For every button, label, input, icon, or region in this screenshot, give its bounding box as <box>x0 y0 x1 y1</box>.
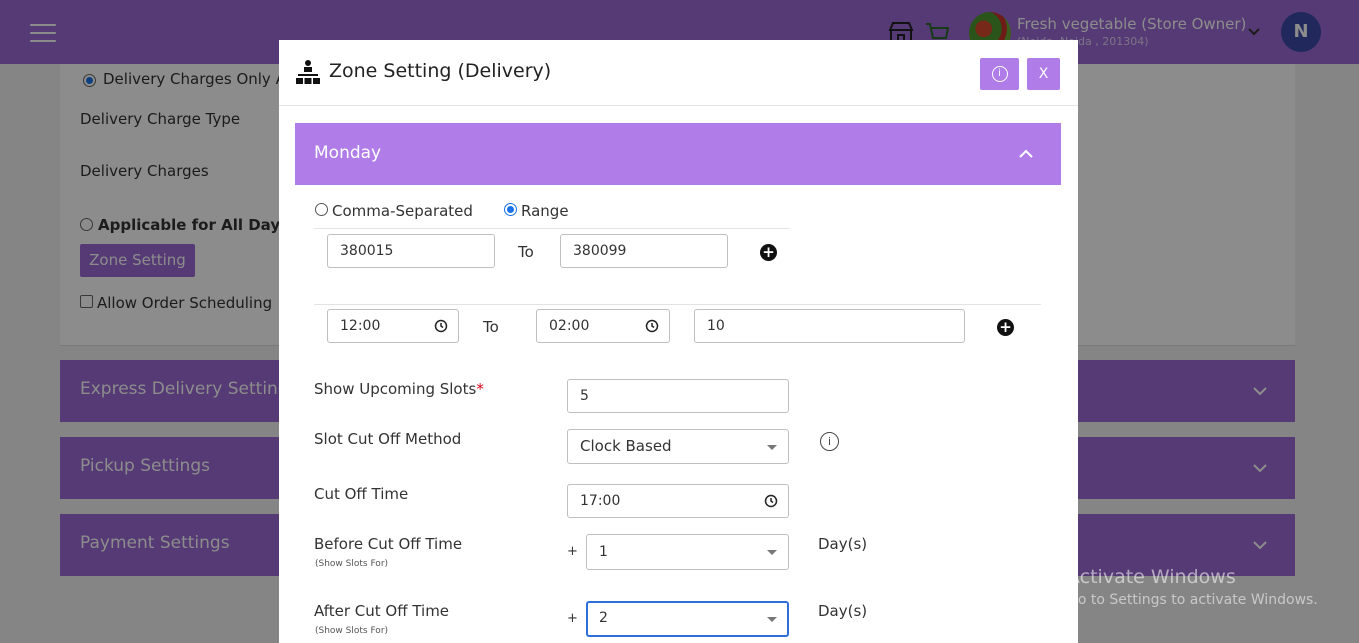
cutoff-time-value: 17:00 <box>580 493 621 509</box>
required-mark: * <box>476 380 484 398</box>
info-button[interactable]: i <box>980 58 1019 90</box>
divider <box>314 228 789 229</box>
divider <box>314 304 1041 305</box>
slot-cutoff-method-label: Slot Cut Off Method <box>314 430 462 448</box>
dropdown-caret-icon <box>767 550 777 555</box>
range-to-label: To <box>518 243 534 261</box>
before-cutoff-select[interactable]: 1 <box>586 534 789 570</box>
close-button[interactable]: X <box>1027 58 1060 90</box>
dropdown-caret-icon <box>767 617 777 622</box>
dropdown-caret-icon <box>767 445 777 450</box>
range-radio[interactable] <box>504 203 517 216</box>
clock-icon[interactable] <box>645 319 659 333</box>
info-icon: i <box>991 66 1008 82</box>
slot-to-time-input[interactable]: 02:00 <box>536 309 670 343</box>
clock-icon[interactable] <box>764 494 778 508</box>
day-panel-header[interactable]: Monday <box>295 123 1061 185</box>
before-days-label: Day(s) <box>818 535 868 553</box>
add-slot-icon[interactable]: + <box>997 319 1014 336</box>
slot-from-time-input[interactable]: 12:00 <box>327 309 459 343</box>
clock-icon[interactable] <box>434 319 448 333</box>
after-plus-sign: + <box>567 611 578 626</box>
slot-to-value: 02:00 <box>549 318 590 334</box>
comma-separated-radio[interactable] <box>315 203 328 216</box>
windows-activation-subtext: Go to Settings to activate Windows. <box>1067 592 1318 608</box>
show-upcoming-slots-label: Show Upcoming Slots* <box>314 380 484 398</box>
cutoff-time-label: Cut Off Time <box>314 485 409 503</box>
slot-from-value: 12:00 <box>340 318 381 334</box>
range-label: Range <box>521 202 569 220</box>
range-to-input[interactable]: 380099 <box>560 234 728 268</box>
sitemap-icon <box>296 60 320 84</box>
before-cutoff-sublabel: (Show Slots For) <box>315 559 389 569</box>
modal-header: Zone Setting (Delivery) i X <box>279 40 1078 106</box>
after-days-label: Day(s) <box>818 602 868 620</box>
chevron-up-icon <box>1019 149 1033 158</box>
after-cutoff-label: After Cut Off Time <box>314 602 450 620</box>
modal-title: Zone Setting (Delivery) <box>329 60 552 82</box>
before-plus-sign: + <box>567 544 578 559</box>
windows-activation-watermark: Activate Windows <box>1067 566 1236 588</box>
cutoff-time-input[interactable]: 17:00 <box>567 484 789 518</box>
before-cutoff-value: 1 <box>599 544 608 560</box>
before-cutoff-label: Before Cut Off Time <box>314 535 463 553</box>
after-cutoff-select[interactable]: 2 <box>586 601 789 637</box>
slot-capacity-input[interactable]: 10 <box>694 309 965 343</box>
slot-cutoff-method-value: Clock Based <box>580 437 672 455</box>
info-icon[interactable]: i <box>820 432 839 451</box>
after-cutoff-value: 2 <box>599 610 608 626</box>
day-label: Monday <box>314 143 382 163</box>
after-cutoff-sublabel: (Show Slots For) <box>315 626 389 636</box>
comma-separated-label: Comma-Separated <box>332 202 473 220</box>
slot-to-label: To <box>483 318 499 336</box>
add-range-icon[interactable]: + <box>760 244 777 261</box>
zone-setting-modal: Zone Setting (Delivery) i X Monday Comma… <box>279 40 1078 643</box>
range-from-input[interactable]: 380015 <box>327 234 495 268</box>
slot-cutoff-method-select[interactable]: Clock Based <box>567 429 789 464</box>
show-upcoming-slots-input[interactable]: 5 <box>567 379 789 413</box>
